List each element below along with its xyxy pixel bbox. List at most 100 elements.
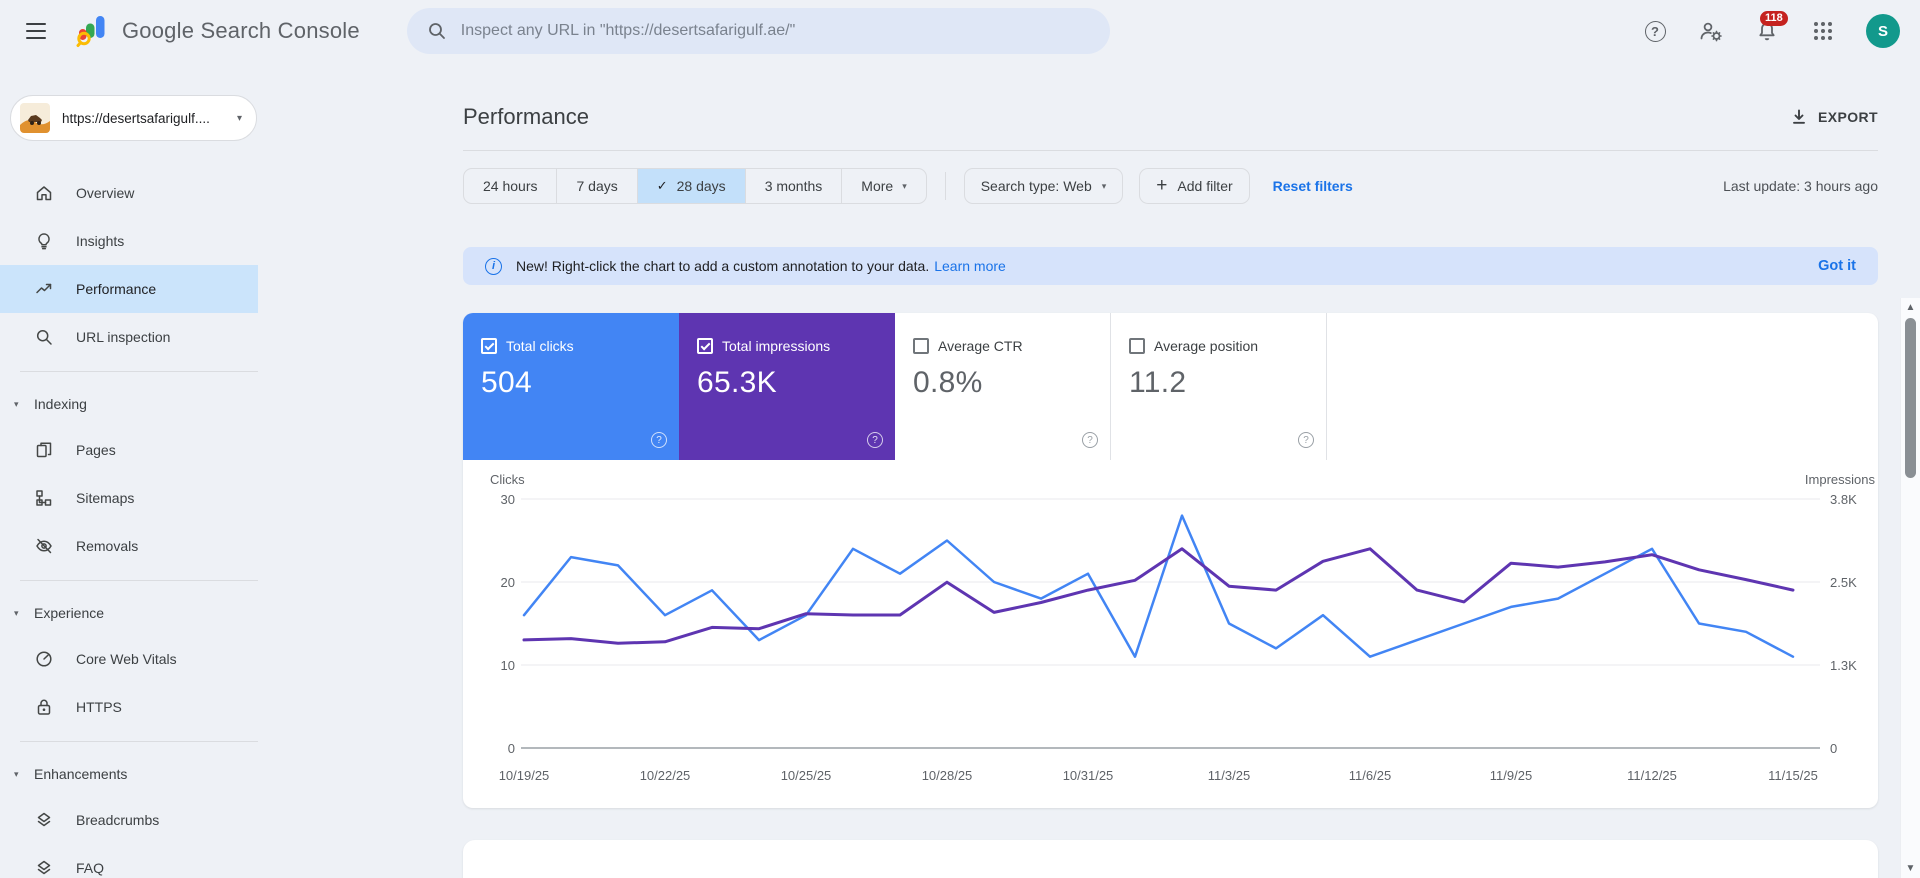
home-icon: [36, 186, 52, 201]
date-range-24-hours[interactable]: 24 hours: [464, 169, 558, 203]
svg-text:10/31/25: 10/31/25: [1063, 768, 1114, 783]
total-clicks-checkbox[interactable]: [481, 338, 497, 354]
svg-text:Impressions: Impressions: [1805, 472, 1876, 487]
menu-icon[interactable]: [16, 11, 56, 51]
date-range-label: 24 hours: [483, 178, 538, 194]
help-icon[interactable]: ?: [1082, 432, 1098, 448]
lock-icon: [37, 699, 51, 715]
date-range-28-days[interactable]: ✓ 28 days: [637, 169, 746, 203]
search-type-dropdown[interactable]: Search type: Web ▾: [963, 168, 1124, 204]
sidebar: https://desertsafarigulf.... ▾ Overview …: [0, 62, 258, 878]
date-range-more[interactable]: More ▾: [842, 169, 925, 203]
scrollbar-thumb[interactable]: [1905, 318, 1916, 478]
pages-icon: [36, 442, 52, 458]
svg-text:0: 0: [1830, 741, 1837, 756]
sidebar-item-breadcrumbs[interactable]: Breadcrumbs: [0, 796, 258, 844]
sidebar-item-performance[interactable]: Performance: [0, 265, 258, 313]
speedometer-icon: [36, 651, 52, 667]
page-title: Performance: [463, 104, 589, 129]
metric-label: Total clicks: [506, 338, 574, 354]
scroll-up-icon[interactable]: ▲: [1901, 302, 1920, 313]
sitemaps-icon: [36, 490, 52, 506]
learn-more-link[interactable]: Learn more: [934, 258, 1006, 274]
layers-icon: [37, 860, 51, 875]
export-label: EXPORT: [1818, 109, 1878, 125]
svg-text:11/15/25: 11/15/25: [1768, 768, 1818, 783]
sidebar-item-overview[interactable]: Overview: [0, 169, 258, 217]
svg-text:Clicks: Clicks: [490, 472, 525, 487]
next-section-card: [463, 840, 1878, 878]
check-icon: [700, 340, 711, 351]
metric-value: 0.8%: [913, 366, 983, 399]
average-ctr-tile[interactable]: Average CTR 0.8% ?: [895, 313, 1111, 460]
check-icon: ✓: [656, 178, 668, 193]
sidebar-section-indexing[interactable]: ▾ Indexing: [0, 382, 258, 426]
date-range-group: 24 hours 7 days ✓ 28 days 3 months More …: [463, 168, 927, 204]
sidebar-section-experience[interactable]: ▾ Experience: [0, 591, 258, 635]
date-range-3-months[interactable]: 3 months: [746, 169, 843, 203]
url-inspect-search-input[interactable]: Inspect any URL in "https://desertsafari…: [406, 8, 1110, 54]
property-favicon: [20, 103, 50, 133]
header-divider: [463, 150, 1878, 151]
export-button[interactable]: EXPORT: [1790, 108, 1878, 126]
total-clicks-tile[interactable]: Total clicks 504 ?: [463, 313, 679, 460]
sidebar-item-pages[interactable]: Pages: [0, 426, 258, 474]
svg-text:3.8K: 3.8K: [1830, 492, 1857, 507]
sidebar-item-core-web-vitals[interactable]: Core Web Vitals: [0, 635, 258, 683]
average-position-tile[interactable]: Average position 11.2 ?: [1111, 313, 1327, 460]
scroll-down-icon[interactable]: ▼: [1901, 863, 1920, 874]
average-position-checkbox[interactable]: [1129, 338, 1145, 354]
sidebar-item-label: Removals: [76, 538, 139, 554]
search-placeholder: Inspect any URL in "https://desertsafari…: [460, 22, 796, 39]
section-collapse-icon: ▾: [14, 768, 19, 779]
search-icon: [428, 23, 445, 39]
metric-value: 65.3K: [697, 366, 777, 399]
clicks-impressions-line-chart[interactable]: Clicks Impressions 0 0 10 1.3K 20 2.5K 30 3.8K 10/…: [463, 468, 1878, 798]
last-update-text: Last update: 3 hours ago: [1723, 178, 1878, 194]
question-mark-icon: ?: [1644, 20, 1666, 42]
svg-text:2.5K: 2.5K: [1830, 575, 1857, 590]
scrollbar-track[interactable]: ▲ ▼: [1900, 298, 1920, 878]
add-filter-button[interactable]: + Add filter: [1139, 168, 1250, 204]
account-avatar[interactable]: S: [1866, 14, 1900, 48]
help-icon[interactable]: ?: [1298, 432, 1314, 448]
reset-filters-link[interactable]: Reset filters: [1273, 178, 1353, 194]
svg-text:11/6/25: 11/6/25: [1349, 768, 1391, 783]
performance-card: Total clicks 504 ? Total impressions 65.…: [463, 313, 1878, 808]
sidebar-item-insights[interactable]: Insights: [0, 217, 258, 265]
sidebar-item-label: Insights: [76, 233, 125, 249]
sidebar-item-https[interactable]: HTTPS: [0, 683, 258, 731]
help-icon[interactable]: ?: [651, 432, 667, 448]
notifications-button[interactable]: 118: [1754, 11, 1788, 44]
search-type-label: Search type: Web: [980, 178, 1092, 194]
sidebar-divider: [20, 741, 258, 742]
metric-value: 11.2: [1129, 366, 1187, 399]
person-gear-icon: [1700, 22, 1722, 42]
svg-text:10/28/25: 10/28/25: [922, 768, 973, 783]
svg-text:30: 30: [501, 492, 515, 507]
filter-separator: [944, 172, 946, 200]
sidebar-item-sitemaps[interactable]: Sitemaps: [0, 474, 258, 522]
sidebar-item-label: Performance: [76, 281, 157, 297]
sidebar-item-url-inspection[interactable]: URL inspection: [0, 313, 258, 361]
sidebar-nav: Overview Insights Performance URL inspec…: [0, 169, 258, 878]
sidebar-item-removals[interactable]: Removals: [0, 522, 258, 570]
apps-grid-button[interactable]: [1810, 18, 1836, 44]
top-app-bar: Google Search Console Inspect any URL in…: [0, 0, 1920, 62]
lightbulb-icon: [38, 233, 50, 250]
total-impressions-tile[interactable]: Total impressions 65.3K ?: [679, 313, 895, 460]
got-it-button[interactable]: Got it: [1818, 258, 1856, 274]
user-settings-button[interactable]: [1698, 18, 1724, 44]
magnifier-icon: [36, 329, 52, 345]
property-selector[interactable]: https://desertsafarigulf.... ▾: [10, 95, 257, 141]
help-button[interactable]: ?: [1642, 18, 1668, 44]
sidebar-item-faq[interactable]: FAQ: [0, 844, 258, 878]
average-ctr-checkbox[interactable]: [913, 338, 929, 354]
sidebar-item-label: Pages: [76, 442, 116, 458]
sidebar-section-enhancements[interactable]: ▾ Enhancements: [0, 752, 258, 796]
help-icon[interactable]: ?: [867, 432, 883, 448]
date-range-7-days[interactable]: 7 days: [557, 169, 638, 203]
metric-label: Total impressions: [722, 338, 831, 354]
total-impressions-checkbox[interactable]: [697, 338, 713, 354]
app-logo[interactable]: Google Search Console: [76, 14, 360, 48]
